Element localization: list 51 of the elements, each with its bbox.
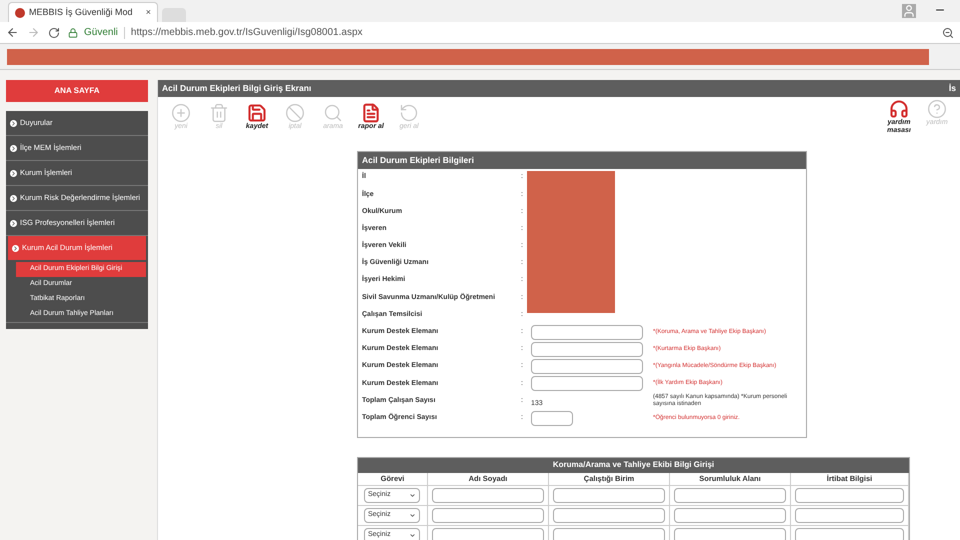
document-icon <box>361 103 381 123</box>
text-input[interactable] <box>432 528 544 540</box>
back-icon[interactable] <box>6 26 19 39</box>
caret-icon <box>409 492 416 499</box>
bullet-icon <box>10 144 17 152</box>
text-input[interactable] <box>531 410 573 426</box>
text-input[interactable] <box>795 508 904 523</box>
bullet-icon <box>10 194 17 202</box>
text-input[interactable] <box>795 528 904 540</box>
trash-icon <box>209 103 229 123</box>
forward-icon[interactable] <box>27 26 40 39</box>
tab-close[interactable]: × <box>146 6 151 20</box>
text-input[interactable] <box>432 488 544 503</box>
text-area[interactable] <box>553 488 665 503</box>
text-input[interactable] <box>795 488 904 503</box>
zoom-out-icon[interactable] <box>942 26 954 38</box>
text-input[interactable] <box>531 376 643 392</box>
text-input[interactable] <box>432 508 544 523</box>
bullet-icon <box>10 170 17 176</box>
bullet-icon <box>10 220 17 226</box>
page-title-right: İs <box>948 82 956 95</box>
floppy-icon <box>247 103 267 123</box>
plus-icon <box>171 103 191 123</box>
secure-label: Güvenli <box>84 26 118 40</box>
ban-icon <box>285 103 305 123</box>
caret-icon <box>409 532 416 539</box>
page-title: Acil Durum Ekipleri Bilgi Giriş Ekranı <box>162 82 312 95</box>
form-header: Acil Durum Ekipleri Bilgileri <box>358 152 806 169</box>
search-icon <box>323 103 343 123</box>
text-input[interactable] <box>531 359 643 374</box>
caret-icon <box>409 512 416 519</box>
text-input[interactable] <box>531 324 643 340</box>
text-area[interactable] <box>553 508 665 523</box>
text-area[interactable] <box>553 528 665 540</box>
reload-icon[interactable] <box>48 26 60 38</box>
text-input[interactable] <box>674 488 786 503</box>
url-text: https://mebbis.meb.gov.tr/IsGuvenligi/Isg08001.aspx <box>130 26 363 40</box>
browser-tab[interactable]: MEBBIS İş Güvenliği Mod × <box>8 2 158 22</box>
site-logo-icon <box>15 8 25 18</box>
text-input[interactable] <box>674 508 786 523</box>
text-input[interactable] <box>531 342 643 357</box>
table-title: Koruma/Arama ve Tahliye Ekibi Bilgi Girişi <box>358 458 909 473</box>
profile-icon[interactable] <box>902 4 916 18</box>
bullet-icon <box>10 120 17 126</box>
undo-icon <box>399 103 419 123</box>
lock-icon <box>68 28 78 38</box>
help-icon <box>927 99 947 119</box>
tab-title: MEBBIS İş Güvenliği Mod <box>29 6 133 19</box>
home-button[interactable]: ANA SAYFA <box>6 80 148 102</box>
bullet-icon <box>12 244 19 252</box>
text-input[interactable] <box>674 528 786 540</box>
